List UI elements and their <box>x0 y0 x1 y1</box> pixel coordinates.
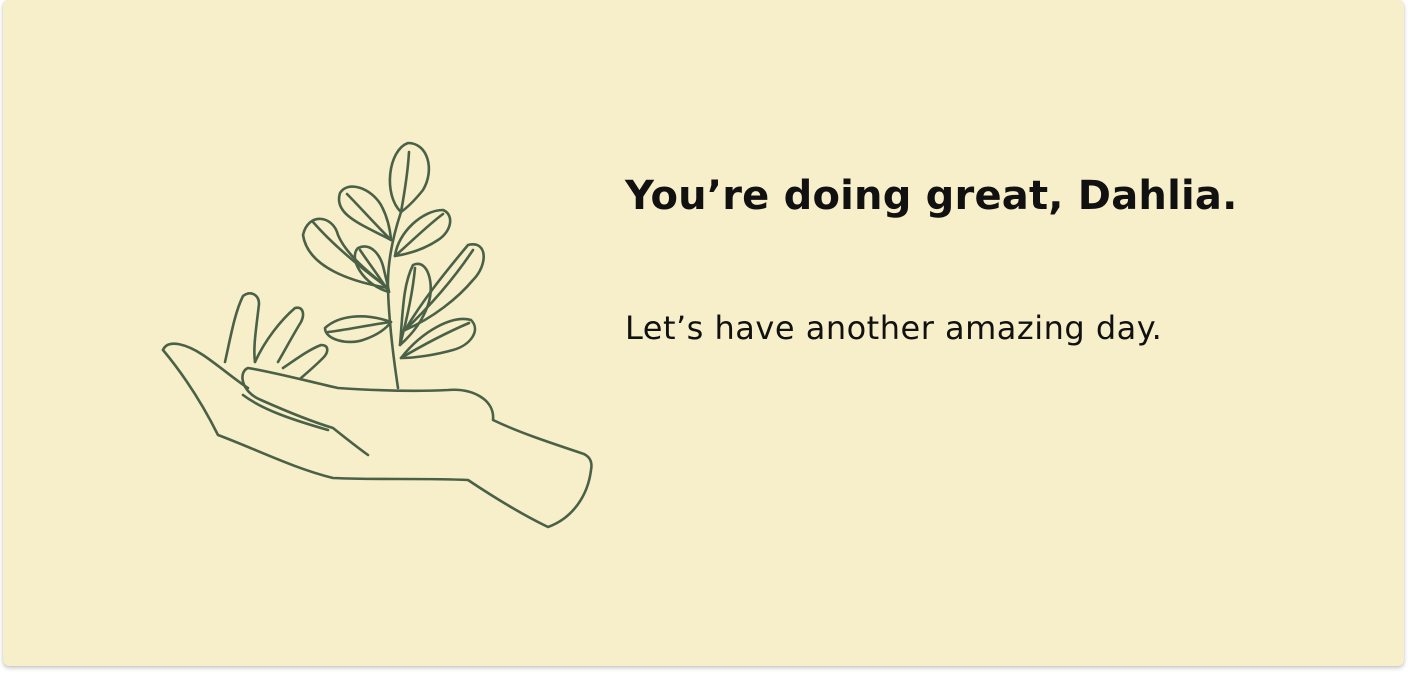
hand-holding-plant-icon <box>153 135 603 535</box>
greeting-headline: You’re doing great, Dahlia. <box>625 173 1238 219</box>
greeting-subline: Let’s have another amazing day. <box>625 309 1163 347</box>
greeting-card: You’re doing great, Dahlia. Let’s have a… <box>3 0 1404 666</box>
